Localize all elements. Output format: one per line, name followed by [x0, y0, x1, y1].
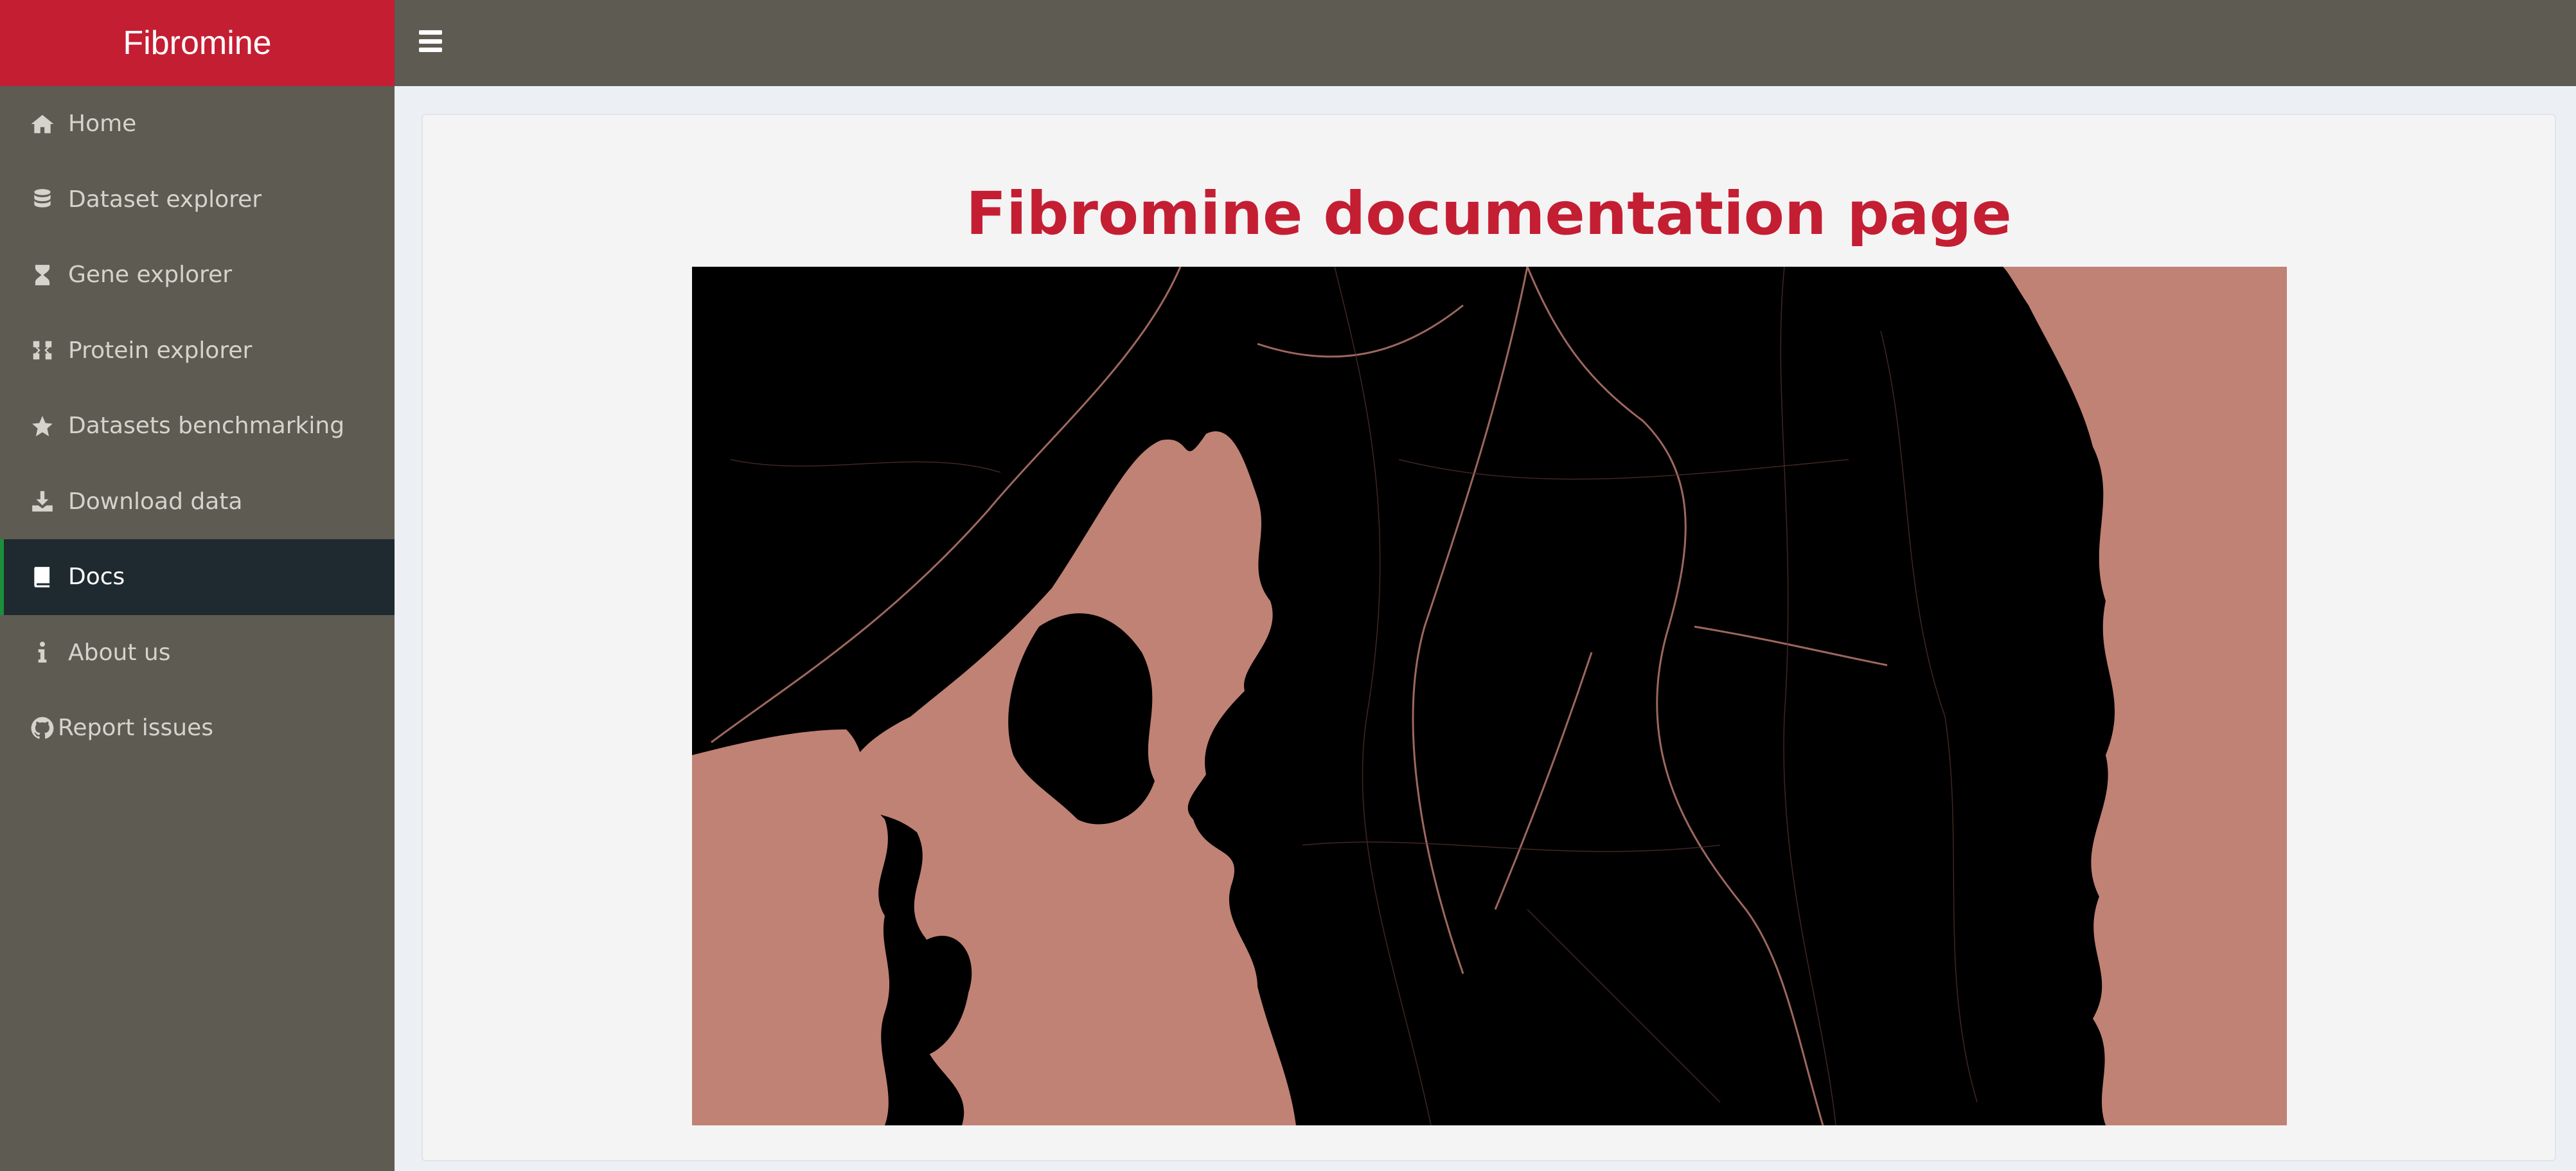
sidebar-item-label: Gene explorer — [68, 262, 233, 289]
sidebar-item-label: Datasets benchmarking — [68, 413, 345, 440]
sidebar-item-label: Report issues — [58, 715, 214, 742]
app-title: Fibromine — [123, 24, 272, 62]
sidebar: Home Dataset explorer Gene explorer Prot… — [0, 86, 395, 1171]
sidebar-item-about-us[interactable]: About us — [0, 615, 395, 691]
sidebar-item-protein-explorer[interactable]: Protein explorer — [0, 313, 395, 389]
sidebar-item-docs[interactable]: Docs — [0, 539, 395, 615]
sidebar-item-label: Download data — [68, 488, 243, 515]
download-icon — [30, 488, 55, 514]
sidebar-item-home[interactable]: Home — [0, 86, 395, 162]
sidebar-item-datasets-benchmarking[interactable]: Datasets benchmarking — [0, 388, 395, 464]
github-icon — [30, 715, 55, 741]
dna-icon — [30, 262, 55, 288]
sidebar-item-label: Dataset explorer — [68, 186, 262, 213]
sidebar-item-label: About us — [68, 639, 171, 666]
network-icon — [30, 337, 55, 363]
hamburger-icon[interactable] — [419, 30, 442, 52]
sidebar-item-label: Home — [68, 111, 137, 138]
sidebar-item-download-data[interactable]: Download data — [0, 464, 395, 540]
main-content-box: Fibromine documentation page — [422, 114, 2556, 1161]
sidebar-item-label: Docs — [68, 564, 125, 591]
star-icon — [30, 413, 55, 439]
app-logo[interactable]: Fibromine — [0, 0, 395, 86]
info-icon — [30, 639, 55, 665]
sidebar-item-label: Protein explorer — [68, 337, 253, 364]
book-icon — [30, 564, 55, 590]
sidebar-item-gene-explorer[interactable]: Gene explorer — [0, 237, 395, 313]
database-icon — [30, 186, 55, 212]
page-title: Fibromine documentation page — [966, 179, 2012, 248]
sidebar-item-dataset-explorer[interactable]: Dataset explorer — [0, 162, 395, 238]
top-navbar — [395, 0, 2576, 86]
sidebar-item-report-issues[interactable]: Report issues — [0, 690, 395, 766]
home-icon — [30, 111, 55, 137]
city-map-image — [692, 267, 2287, 1125]
